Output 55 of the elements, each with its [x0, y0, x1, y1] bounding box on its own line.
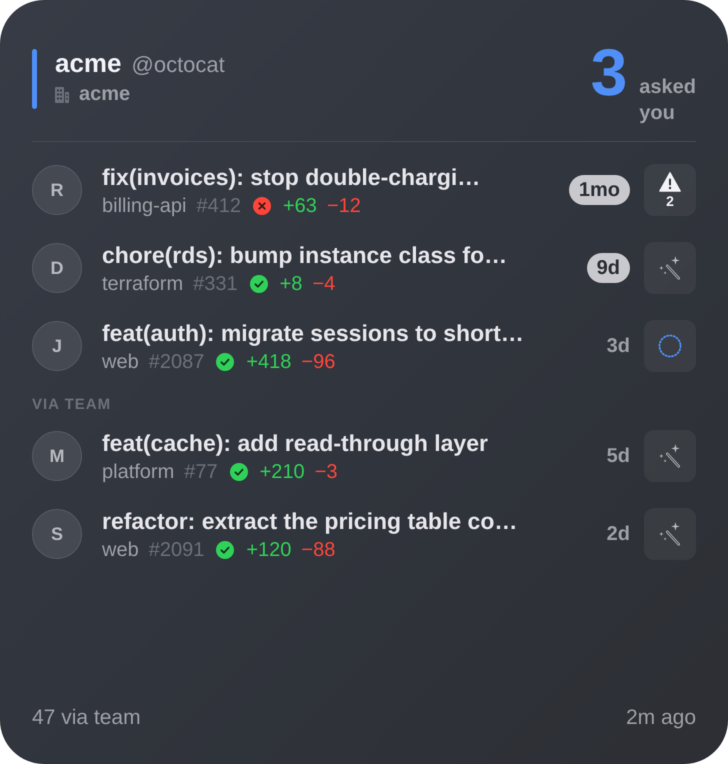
wand-button[interactable]	[644, 242, 696, 294]
section-label: VIA TEAM	[32, 395, 112, 415]
avatar: R	[32, 165, 82, 215]
age-label: 1mo	[568, 175, 630, 205]
dotted-circle-icon	[658, 334, 682, 358]
pr-number: #331	[193, 272, 238, 296]
building-icon	[55, 86, 69, 102]
pr-number: #2091	[148, 538, 204, 562]
pr-title[interactable]: feat(cache): add read-through layer	[102, 428, 593, 456]
avatar: D	[32, 243, 82, 293]
org-name: acme	[55, 48, 122, 79]
pr-title[interactable]: fix(invoices): stop double-chargi…	[102, 162, 555, 190]
wand-button[interactable]	[644, 508, 696, 560]
pr-title[interactable]: feat(auth): migrate sessions to short…	[102, 318, 593, 346]
repo-name: billing-api	[102, 194, 186, 218]
team-count: 47 via team	[32, 706, 141, 730]
repo-name: web	[102, 350, 139, 374]
deletions-count: −96	[301, 350, 336, 374]
repo-name: web	[102, 538, 139, 562]
additions-count: +210	[260, 460, 305, 484]
age-label: 2d	[606, 522, 630, 547]
organization-label: acme	[79, 83, 130, 106]
pr-number: #77	[184, 460, 218, 484]
pr-title[interactable]: chore(rds): bump instance class fo…	[102, 240, 573, 268]
magic-wand-icon	[657, 443, 683, 469]
additions-count: +8	[280, 272, 302, 296]
accent-bar	[32, 49, 37, 109]
deletions-count: −12	[326, 194, 361, 218]
progress-button[interactable]	[644, 320, 696, 372]
age-label: 9d	[586, 253, 630, 283]
additions-count: +63	[283, 194, 317, 218]
username: @octocat	[132, 52, 225, 78]
additions-count: +418	[246, 350, 292, 374]
count-label: asked you	[639, 75, 696, 126]
magic-wand-icon	[657, 255, 683, 281]
request-count: 3	[590, 42, 628, 102]
avatar: J	[32, 321, 82, 371]
magic-wand-icon	[657, 521, 683, 547]
deletions-count: −88	[301, 538, 336, 562]
warning-count-button[interactable]: 2	[644, 164, 696, 216]
pr-title[interactable]: refactor: extract the pricing table co…	[102, 506, 593, 534]
deletions-count: −3	[314, 460, 338, 484]
age-label: 5d	[606, 444, 630, 469]
wand-button[interactable]	[644, 430, 696, 482]
repo-name: terraform	[102, 272, 184, 296]
additions-count: +120	[246, 538, 292, 562]
updated-time: 2m ago	[626, 706, 696, 730]
age-label: 3d	[606, 334, 630, 359]
avatar: S	[32, 509, 82, 559]
repo-name: platform	[102, 460, 174, 484]
pr-number: #2087	[148, 350, 204, 374]
avatar: M	[32, 431, 82, 481]
warning-icon	[659, 172, 681, 192]
deletions-count: −4	[312, 272, 336, 296]
pr-number: #412	[196, 194, 241, 218]
